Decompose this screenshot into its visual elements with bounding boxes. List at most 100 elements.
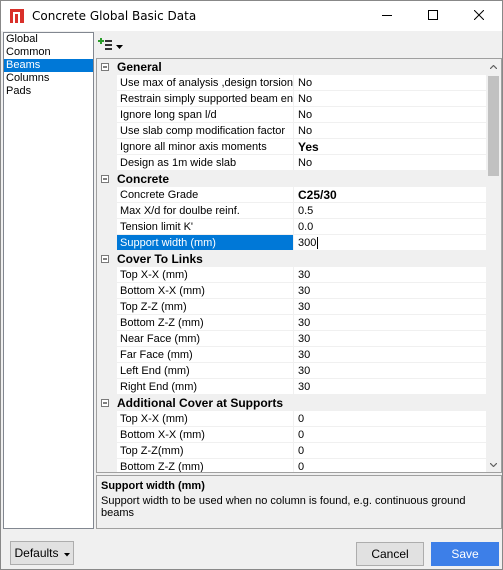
property-name[interactable]: Tension limit K' <box>117 219 294 235</box>
collapse-icon[interactable] <box>97 395 113 411</box>
property-value[interactable]: 30 <box>294 331 486 347</box>
add-property-button[interactable] <box>98 37 130 55</box>
nav-item-global[interactable]: Global <box>4 33 93 46</box>
property-name[interactable]: Max X/d for doulbe reinf. <box>117 203 294 219</box>
property-value[interactable]: No <box>294 91 486 107</box>
property-row[interactable]: Top X-X (mm) 30 <box>97 267 486 283</box>
property-name[interactable]: Right End (mm) <box>117 379 294 395</box>
property-value[interactable]: No <box>294 155 486 171</box>
property-name[interactable]: Use slab comp modification factor <box>117 123 294 139</box>
minimize-icon <box>382 10 392 23</box>
property-value[interactable]: No <box>294 123 486 139</box>
property-row[interactable]: Max X/d for doulbe reinf. 0.5 <box>97 203 486 219</box>
minimize-button[interactable] <box>364 1 410 31</box>
property-name[interactable]: Ignore long span l/d <box>117 107 294 123</box>
property-name[interactable]: Top X-X (mm) <box>117 267 294 283</box>
category-row[interactable]: Additional Cover at Supports <box>97 395 486 411</box>
property-name[interactable]: Use max of analysis ,design torsion <box>117 75 294 91</box>
nav-item-pads[interactable]: Pads <box>4 85 93 98</box>
property-value[interactable]: No <box>294 107 486 123</box>
property-value[interactable]: C25/30 <box>294 187 486 203</box>
property-row[interactable]: Ignore long span l/d No <box>97 107 486 123</box>
property-value[interactable]: No <box>294 75 486 91</box>
row-gutter <box>97 363 117 379</box>
maximize-button[interactable] <box>410 1 456 31</box>
title-bar[interactable]: Concrete Global Basic Data <box>1 1 502 31</box>
collapse-icon[interactable] <box>97 59 113 75</box>
property-name[interactable]: Support width (mm) <box>117 235 294 251</box>
scroll-down-arrow-icon[interactable] <box>486 457 501 472</box>
row-gutter <box>97 411 117 427</box>
defaults-button[interactable]: Defaults <box>10 541 74 565</box>
property-name[interactable]: Bottom Z-Z (mm) <box>117 315 294 331</box>
property-name[interactable]: Far Face (mm) <box>117 347 294 363</box>
property-name[interactable]: Bottom X-X (mm) <box>117 427 294 443</box>
nav-item-common[interactable]: Common <box>4 46 93 59</box>
property-value[interactable]: 30 <box>294 347 486 363</box>
property-name[interactable]: Near Face (mm) <box>117 331 294 347</box>
collapse-icon[interactable] <box>97 171 113 187</box>
property-name[interactable]: Left End (mm) <box>117 363 294 379</box>
property-value-text: 0 <box>298 445 305 457</box>
property-value[interactable]: Yes <box>294 139 486 155</box>
row-gutter <box>97 75 117 91</box>
property-value[interactable]: 30 <box>294 363 486 379</box>
property-name[interactable]: Top X-X (mm) <box>117 411 294 427</box>
nav-item-columns[interactable]: Columns <box>4 72 93 85</box>
property-row[interactable]: Support width (mm) 300 <box>97 235 486 251</box>
close-button[interactable] <box>456 1 502 31</box>
property-value[interactable]: 0 <box>294 427 486 443</box>
property-row[interactable]: Top X-X (mm) 0 <box>97 411 486 427</box>
property-row[interactable]: Concrete Grade C25/30 <box>97 187 486 203</box>
property-row[interactable]: Restrain simply supported beam end No <box>97 91 486 107</box>
property-row[interactable]: Right End (mm) 30 <box>97 379 486 395</box>
property-name[interactable]: Concrete Grade <box>117 187 294 203</box>
property-name[interactable]: Bottom Z-Z (mm) <box>117 459 294 472</box>
row-gutter <box>97 347 117 363</box>
property-value[interactable]: 30 <box>294 299 486 315</box>
property-row[interactable]: Top Z-Z(mm) 0 <box>97 443 486 459</box>
property-value[interactable]: 30 <box>294 315 486 331</box>
property-name[interactable]: Design as 1m wide slab <box>117 155 294 171</box>
property-row[interactable]: Bottom Z-Z (mm) 0 <box>97 459 486 472</box>
save-button[interactable]: Save <box>431 542 499 566</box>
property-name[interactable]: Top Z-Z(mm) <box>117 443 294 459</box>
property-value[interactable]: 0.0 <box>294 219 486 235</box>
property-value[interactable]: 0 <box>294 411 486 427</box>
property-row[interactable]: Design as 1m wide slab No <box>97 155 486 171</box>
property-value[interactable]: 0 <box>294 459 486 472</box>
vertical-scrollbar[interactable] <box>486 59 501 472</box>
property-name[interactable]: Bottom X-X (mm) <box>117 283 294 299</box>
category-row[interactable]: Concrete <box>97 171 486 187</box>
scroll-thumb[interactable] <box>488 76 499 176</box>
property-row[interactable]: Use max of analysis ,design torsion No <box>97 75 486 91</box>
property-value[interactable]: 300 <box>294 235 486 251</box>
property-row[interactable]: Bottom Z-Z (mm) 30 <box>97 315 486 331</box>
category-nav-list[interactable]: Global Common Beams Columns Pads <box>3 32 94 529</box>
property-row[interactable]: Ignore all minor axis moments Yes <box>97 139 486 155</box>
property-grid[interactable]: General Use max of analysis ,design torsi… <box>96 58 502 473</box>
property-name[interactable]: Top Z-Z (mm) <box>117 299 294 315</box>
property-value[interactable]: 30 <box>294 267 486 283</box>
property-row[interactable]: Use slab comp modification factor No <box>97 123 486 139</box>
property-row[interactable]: Bottom X-X (mm) 30 <box>97 283 486 299</box>
property-row[interactable]: Bottom X-X (mm) 0 <box>97 427 486 443</box>
property-row[interactable]: Top Z-Z (mm) 30 <box>97 299 486 315</box>
property-row[interactable]: Far Face (mm) 30 <box>97 347 486 363</box>
collapse-icon[interactable] <box>97 251 113 267</box>
property-value[interactable]: 0 <box>294 443 486 459</box>
property-value-text: No <box>298 77 313 89</box>
nav-item-beams[interactable]: Beams <box>4 59 93 72</box>
property-value[interactable]: 30 <box>294 379 486 395</box>
category-row[interactable]: Cover To Links <box>97 251 486 267</box>
category-row[interactable]: General <box>97 59 486 75</box>
property-value[interactable]: 30 <box>294 283 486 299</box>
property-name[interactable]: Ignore all minor axis moments <box>117 139 294 155</box>
property-name[interactable]: Restrain simply supported beam end <box>117 91 294 107</box>
property-row[interactable]: Near Face (mm) 30 <box>97 331 486 347</box>
cancel-button[interactable]: Cancel <box>356 542 424 566</box>
property-row[interactable]: Left End (mm) 30 <box>97 363 486 379</box>
scroll-up-arrow-icon[interactable] <box>486 59 501 74</box>
property-row[interactable]: Tension limit K' 0.0 <box>97 219 486 235</box>
property-value[interactable]: 0.5 <box>294 203 486 219</box>
